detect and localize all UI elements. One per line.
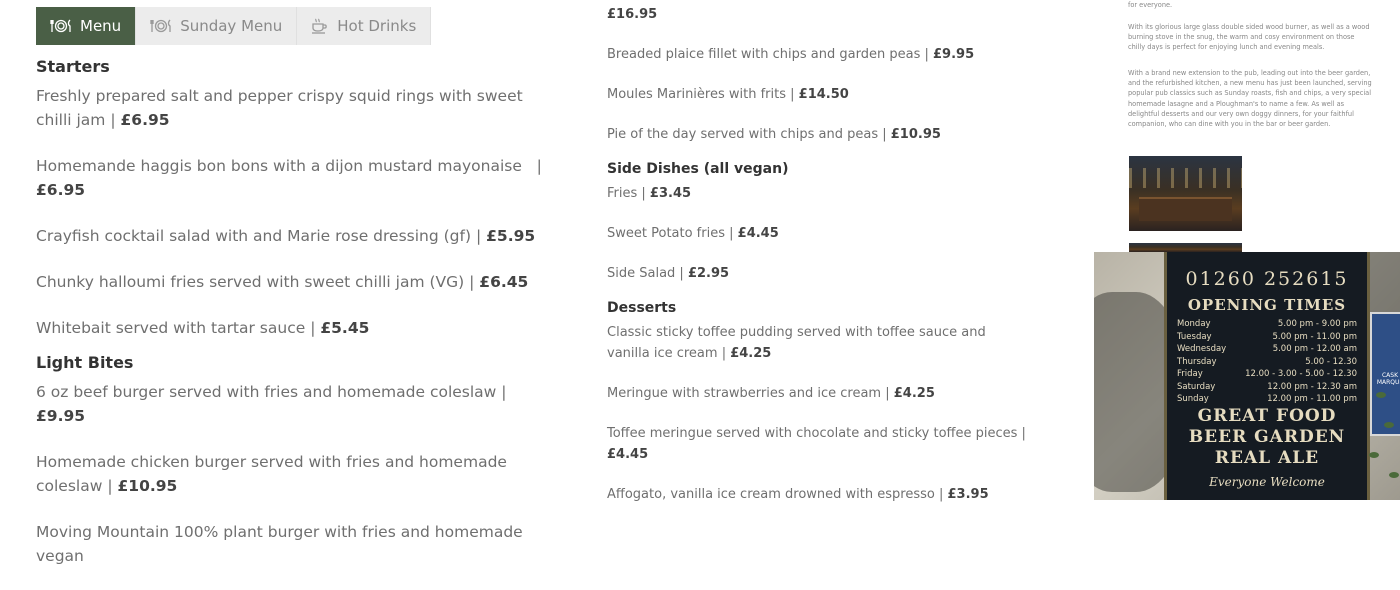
menu-item: £16.95 — [607, 4, 1027, 25]
menu-item: Sweet Potato fries | £4.45 — [607, 223, 1027, 244]
menu-item: Pie of the day served with chips and pea… — [607, 124, 1027, 145]
menu-item-price: £5.45 — [320, 319, 370, 337]
pub-sign-photo: 01260 252615 OPENING TIMES Monday 5.00 pm… — [1094, 252, 1400, 500]
sign-everyone-welcome: Everyone Welcome — [1209, 474, 1325, 489]
menu-item-price: £4.25 — [893, 386, 935, 401]
desserts-heading: Desserts — [607, 300, 677, 316]
menu-item: 6 oz beef burger served with fries and h… — [36, 380, 536, 428]
tab-hot-drinks-label: Hot Drinks — [337, 17, 417, 35]
menu-item: Moving Mountain 100% plant burger with f… — [36, 520, 536, 568]
menu-item: Meringue with strawberries and ice cream… — [607, 383, 1027, 404]
menu-middle-column: £16.95 Breaded plaice fillet with chips … — [607, 0, 1027, 524]
menu-item-price: £6.95 — [120, 111, 170, 129]
menu-item-text: Freshly prepared salt and pepper crispy … — [36, 87, 523, 129]
menu-item-price: £4.25 — [730, 346, 772, 361]
menu-item-text: Moules Marinières with frits | — [607, 87, 795, 102]
pub-interior-thumbnail[interactable] — [1129, 156, 1242, 231]
tab-menu[interactable]: Menu — [36, 7, 137, 45]
tab-sunday-menu-label: Sunday Menu — [180, 17, 283, 35]
menu-item-price: £10.95 — [890, 127, 941, 142]
menu-item-price: £14.50 — [798, 87, 849, 102]
menu-item-text: Classic sticky toffee pudding served wit… — [607, 325, 986, 361]
menu-item-price: £5.95 — [486, 227, 536, 245]
menu-item-text: Chunky halloumi fries served with sweet … — [36, 273, 475, 291]
menu-item-text: Whitebait served with tartar sauce | — [36, 319, 316, 337]
menu-item-text: Pie of the day served with chips and pea… — [607, 127, 887, 142]
about-paragraph-2: With a brand new extension to the pub, l… — [1128, 69, 1372, 129]
menu-item-price: £9.95 — [36, 407, 86, 425]
menu-item-text: 6 oz beef burger served with fries and h… — [36, 383, 507, 401]
tab-hot-drinks[interactable]: Hot Drinks — [297, 7, 432, 45]
menu-item: Side Salad | £2.95 — [607, 263, 1027, 284]
menu-item: Chunky halloumi fries served with sweet … — [36, 270, 536, 294]
menu-item-price: £6.95 — [36, 181, 86, 199]
cask-marque-label: CASK MARQUE — [1376, 372, 1400, 386]
menu-item-text: Breaded plaice fillet with chips and gar… — [607, 47, 929, 62]
menu-item-price: £16.95 — [607, 7, 658, 22]
menu-item-text: Toffee meringue served with chocolate an… — [607, 426, 1026, 441]
sign-beer-garden: BEER GARDEN — [1188, 426, 1346, 447]
menu-item-text: Sweet Potato fries | — [607, 226, 734, 241]
menu-item: Affogato, vanilla ice cream drowned with… — [607, 484, 1027, 505]
menu-item-text: Homemande haggis bon bons with a dijon m… — [36, 157, 542, 175]
tab-menu-label: Menu — [80, 17, 122, 35]
menu-item: Homemade chicken burger served with frie… — [36, 450, 536, 498]
menu-item: Freshly prepared salt and pepper crispy … — [36, 84, 536, 132]
plate-cutlery-icon — [150, 18, 172, 34]
about-paragraph-1: With its glorious large glass double sid… — [1128, 23, 1370, 52]
menu-item: Whitebait served with tartar sauce | £5.… — [36, 316, 536, 340]
menu-tabs: Menu Sunday Menu Hot Drinks — [36, 7, 432, 45]
menu-item-text: Meringue with strawberries and ice cream… — [607, 386, 890, 401]
hours-row: Monday 5.00 pm - 9.00 pm — [1177, 319, 1357, 329]
sign-real-ale: REAL ALE — [1214, 447, 1320, 468]
tab-sunday-menu[interactable]: Sunday Menu — [136, 7, 298, 45]
sign-opening-times-heading: OPENING TIMES — [1187, 296, 1347, 314]
menu-left-column: Starters Freshly prepared salt and peppe… — [36, 56, 542, 590]
menu-item-price: £9.95 — [933, 47, 975, 62]
menu-item-text: Moving Mountain 100% plant burger with f… — [36, 523, 523, 565]
sign-great-food: GREAT FOOD — [1197, 405, 1337, 426]
hours-row: Wednesday 5.00 pm - 12.00 am — [1177, 344, 1357, 354]
menu-item-text: Crayfish cocktail salad with and Marie r… — [36, 227, 482, 245]
sign-phone-number: 01260 252615 — [1185, 268, 1349, 290]
opening-times-sign: 01260 252615 OPENING TIMES Monday 5.00 pm… — [1164, 252, 1370, 500]
about-text-tail: for everyone. — [1128, 1, 1173, 9]
starters-heading: Starters — [36, 57, 110, 76]
menu-item: Toffee meringue served with chocolate an… — [607, 423, 1027, 465]
menu-item: Homemande haggis bon bons with a dijon m… — [36, 154, 542, 202]
menu-item-price: £6.45 — [479, 273, 529, 291]
menu-item-price: £4.45 — [737, 226, 779, 241]
menu-item: Breaded plaice fillet with chips and gar… — [607, 44, 1027, 65]
menu-item-text: Homemade chicken burger served with frie… — [36, 453, 507, 495]
side-dishes-heading: Side Dishes (all vegan) — [607, 161, 789, 177]
cup-icon — [311, 18, 329, 34]
menu-item: Crayfish cocktail salad with and Marie r… — [36, 224, 536, 248]
hours-row: Saturday 12.00 pm - 12.30 am — [1177, 381, 1357, 392]
hours-row: Sunday 12.00 pm - 11.00 pm — [1177, 394, 1357, 404]
hours-row: Friday 12.00 - 3.00 - 5.00 - 12.30 — [1177, 369, 1357, 379]
light-bites-heading: Light Bites — [36, 353, 134, 372]
menu-item-price: £4.45 — [607, 447, 649, 462]
menu-item: Fries | £3.45 — [607, 183, 1027, 204]
cask-marque-sign: CASK MARQUE — [1370, 312, 1400, 436]
opening-hours-list: Monday 5.00 pm - 9.00 pm Tuesday 5.00 pm -… — [1177, 318, 1357, 406]
hours-row: Tuesday 5.00 pm - 11.00 pm — [1177, 331, 1357, 342]
menu-item-price: £3.45 — [649, 186, 692, 201]
menu-item-price: £10.95 — [117, 477, 178, 495]
plate-cutlery-icon — [50, 18, 72, 34]
pub-photo-thumbnail[interactable] — [1129, 243, 1242, 252]
menu-item-text: Fries | — [607, 186, 646, 201]
menu-item: Classic sticky toffee pudding served wit… — [607, 322, 1007, 364]
menu-item-text: Side Salad | — [607, 266, 684, 281]
menu-item-price: £2.95 — [687, 266, 730, 281]
hours-row: Thursday 5.00 - 12.30 — [1177, 356, 1357, 367]
menu-item: Moules Marinières with frits | £14.50 — [607, 84, 1027, 105]
